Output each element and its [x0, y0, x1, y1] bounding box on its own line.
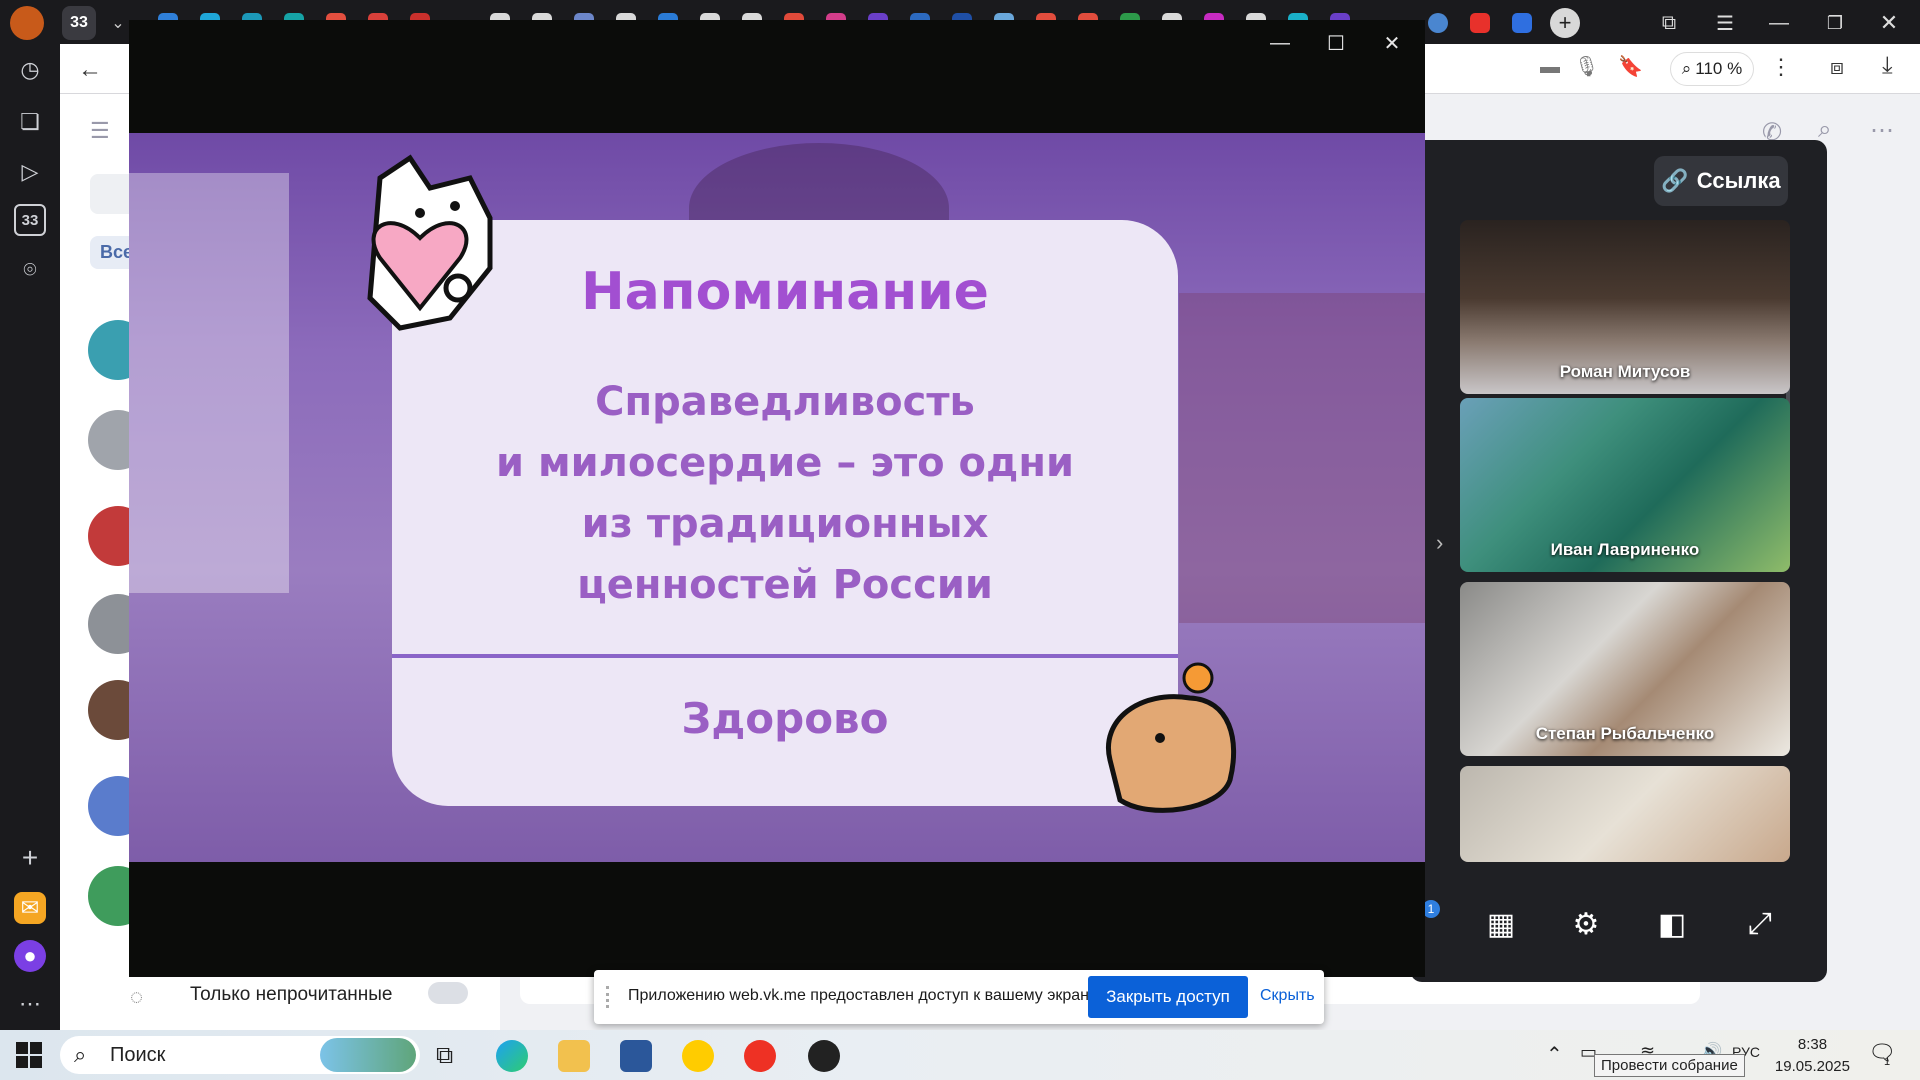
notifications-icon[interactable]: 🗨 [1868, 1040, 1896, 1066]
slide-body-line: Справедливость [595, 379, 975, 425]
edge-icon[interactable] [496, 1040, 528, 1072]
search-highlight-image [320, 1038, 416, 1072]
slide-body-line: и милосердие – это одни [496, 440, 1074, 486]
play-icon[interactable]: ▷ [14, 156, 46, 188]
tab-favicon[interactable] [1512, 13, 1532, 33]
word-icon[interactable] [620, 1040, 652, 1072]
slide-body-line: ценностей России [577, 562, 993, 608]
capybara-illustration [1106, 662, 1237, 813]
drag-handle[interactable] [606, 986, 616, 1008]
alice-icon[interactable]: ● [14, 940, 46, 972]
unread-only-toggle[interactable] [428, 982, 468, 1004]
history-icon[interactable]: ◷ [14, 54, 46, 86]
participant-tile[interactable] [1460, 766, 1790, 862]
task-view-icon[interactable]: ⧉ [436, 1042, 453, 1070]
yandex-icon[interactable] [744, 1040, 776, 1072]
screen-share-notification: Приложению web.vk.me предоставлен доступ… [594, 970, 1324, 1024]
microphone-icon[interactable]: 🎙 [1574, 54, 1599, 79]
stop-sharing-button[interactable]: Закрыть доступ [1088, 976, 1248, 1018]
participant-tile[interactable]: Роман Митусов [1460, 220, 1790, 394]
close-icon[interactable]: ✕ [1872, 6, 1906, 40]
slide-footer: Здорово [681, 694, 889, 743]
maximize-icon[interactable]: ☐ [1321, 28, 1351, 58]
file-explorer-icon[interactable] [558, 1040, 590, 1072]
slide-body-line: из традиционных [581, 501, 989, 547]
divider [392, 654, 1178, 658]
more-vertical-icon[interactable]: ⋮ [1770, 54, 1792, 80]
menu-icon[interactable]: ☰ [1708, 6, 1742, 40]
cat-with-heart-illustration [367, 154, 493, 331]
tooltip: Провести собрание [1594, 1054, 1745, 1077]
yandex-tab-icon[interactable] [1470, 13, 1490, 33]
window-light [129, 173, 289, 593]
tab-count-icon[interactable]: 33 [14, 204, 46, 236]
grid-layout-icon[interactable]: ▦ [1477, 900, 1525, 948]
bookmarks-icon[interactable]: ❏ [14, 106, 46, 138]
mail-icon[interactable]: ✉ [14, 892, 46, 924]
bookshelf [1179, 293, 1425, 623]
collections-icon[interactable]: ⧉ [1652, 6, 1686, 40]
camera-icon[interactable]: ▬ [1540, 56, 1560, 79]
slide-body: Справедливость и милосердие – это одни и… [392, 372, 1178, 616]
tab-counter-button[interactable]: 33 [62, 6, 96, 40]
yandex-browser-icon[interactable] [682, 1040, 714, 1072]
taskbar-clock[interactable]: 8:38 19.05.2025 [1775, 1034, 1850, 1078]
browser-profile-icon[interactable] [10, 6, 44, 40]
fullscreen-icon[interactable]: ⤢ [1736, 900, 1784, 948]
search-icon[interactable]: ⌕ [1818, 116, 1831, 144]
download-icon[interactable]: ⤓ [1882, 52, 1893, 80]
more-icon[interactable]: ⋯ [1870, 116, 1894, 145]
search-icon: ⌕ [74, 1042, 87, 1067]
minimize-icon[interactable]: — [1265, 28, 1295, 58]
chevron-up-icon[interactable]: ⌃ [1546, 1042, 1563, 1067]
more-icon[interactable]: ⋯ [14, 988, 46, 1020]
chat-bubble-icon: ◌ [130, 984, 144, 1009]
copy-link-button[interactable]: 🔗 Ссылка [1654, 156, 1788, 206]
close-icon[interactable]: ✕ [1377, 28, 1407, 58]
chevron-down-icon[interactable]: ⌄ [104, 6, 132, 40]
restore-icon[interactable]: ❐ [1818, 6, 1852, 40]
screenshot-icon[interactable]: ⌾ [14, 254, 46, 286]
chevron-right-icon[interactable]: › [1436, 530, 1443, 556]
windows-start-icon[interactable] [16, 1042, 42, 1068]
share-message: Приложению web.vk.me предоставлен доступ… [628, 987, 1100, 1004]
hide-link[interactable]: Скрыть [1260, 987, 1315, 1005]
new-tab-plus-icon[interactable]: + [1550, 8, 1580, 38]
extensions-icon[interactable]: ⧈ [1830, 54, 1844, 80]
media-player-icon[interactable] [808, 1040, 840, 1072]
minimize-icon[interactable]: — [1762, 6, 1796, 40]
hamburger-icon[interactable]: ☰ [90, 118, 110, 144]
settings-gear-icon[interactable]: ⚙ [1562, 900, 1610, 948]
bookmark-icon[interactable]: 🔖 [1618, 54, 1643, 79]
notifications-count: 1 [1884, 1056, 1891, 1068]
zoom-icon: ⌕ [1681, 59, 1692, 78]
participant-tile[interactable]: Степан Рыбальченко [1460, 582, 1790, 756]
picture-in-picture-icon[interactable]: ◧ [1648, 900, 1696, 948]
taskbar-search[interactable]: ⌕ Поиск [60, 1036, 420, 1074]
zoom-indicator[interactable]: ⌕ 110 % [1670, 52, 1754, 86]
add-panel-icon[interactable]: + [14, 842, 46, 874]
tab-favicon[interactable] [1428, 13, 1448, 33]
participant-tile[interactable]: Иван Лавриненко [1460, 398, 1790, 572]
browser-sidebar: ◷ ❏ ▷ 33 ⌾ + ✉ ● ⋯ [0, 44, 60, 1030]
back-arrow-icon[interactable]: ← [78, 56, 102, 84]
link-icon: 🔗 [1661, 168, 1689, 193]
unread-only-label: Только непрочитанные [190, 984, 393, 1005]
